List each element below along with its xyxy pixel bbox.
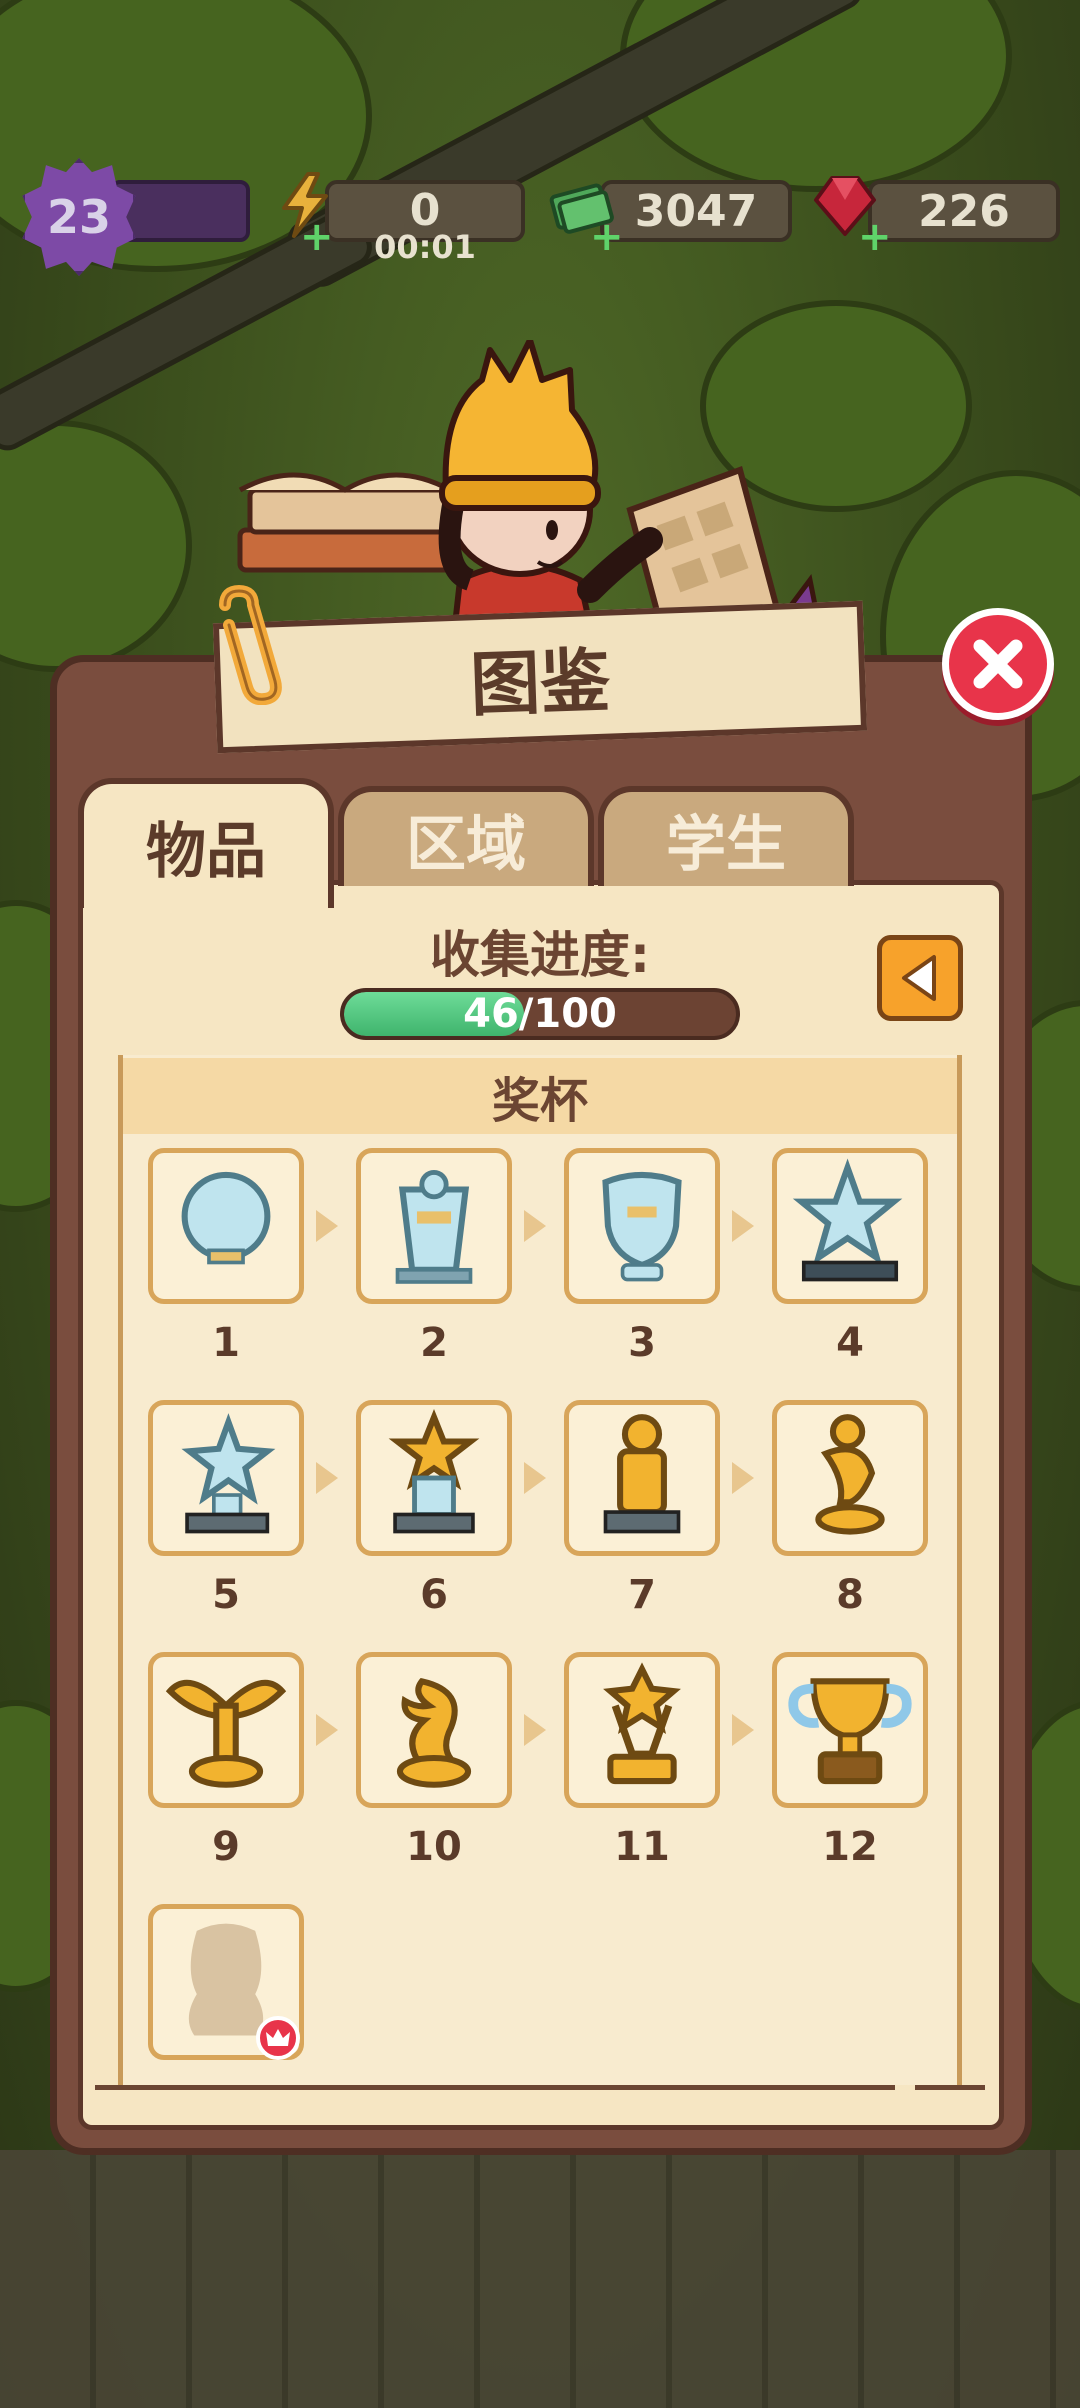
category-header: 奖杯 xyxy=(123,1058,957,1134)
progression-arrow-icon xyxy=(524,1210,546,1242)
gold-flame-trophy-icon xyxy=(396,1677,472,1788)
trophy-slot[interactable] xyxy=(356,1400,512,1556)
trophy-number: 1 xyxy=(212,1320,240,1366)
tab-items[interactable]: 物品 xyxy=(78,778,334,908)
close-button[interactable] xyxy=(942,608,1054,720)
close-icon xyxy=(973,639,1023,689)
trophy-number: 10 xyxy=(406,1824,462,1870)
list-bottom-divider xyxy=(95,2085,895,2090)
trophy-slot[interactable] xyxy=(564,1400,720,1556)
gold-pillar-trophy-icon xyxy=(603,1414,681,1534)
trophy-slot[interactable] xyxy=(772,1148,928,1304)
glass-shield-trophy-icon xyxy=(602,1171,682,1282)
trophy-slot[interactable] xyxy=(564,1148,720,1304)
gold-cup-trophy-icon xyxy=(788,1678,912,1785)
add-gems-icon[interactable]: + xyxy=(858,217,892,257)
trophy-slot[interactable] xyxy=(356,1148,512,1304)
back-button[interactable] xyxy=(877,935,963,1021)
dialog-title-banner: 图鉴 xyxy=(212,600,868,754)
tab-students-label: 学生 xyxy=(666,809,786,880)
collection-progress-bar: 46/100 xyxy=(340,988,740,1040)
gold-star-trophy-icon xyxy=(388,1408,480,1534)
add-energy-icon[interactable]: + xyxy=(300,217,334,257)
progression-arrow-icon xyxy=(524,1462,546,1494)
trophy-number: 4 xyxy=(836,1320,864,1366)
progression-arrow-icon xyxy=(316,1714,338,1746)
glass-round-trophy-icon xyxy=(181,1171,271,1265)
gold-star-cup-trophy-icon xyxy=(603,1662,681,1785)
trophy-slot[interactable] xyxy=(356,1652,512,1808)
tab-students[interactable]: 学生 xyxy=(598,786,854,886)
level-value: 23 xyxy=(46,190,111,244)
paperclip-icon xyxy=(219,585,282,705)
gold-winged-trophy-icon xyxy=(165,1679,287,1788)
trophy-slot[interactable] xyxy=(148,1652,304,1808)
gem-value: 226 xyxy=(918,185,1010,237)
trophy-number: 12 xyxy=(822,1824,878,1870)
list-bottom-divider-right xyxy=(915,2085,985,2090)
trophy-number: 11 xyxy=(614,1824,670,1870)
dialog-title: 图鉴 xyxy=(468,639,612,726)
trophy-number: 2 xyxy=(420,1320,448,1366)
cash-counter[interactable]: 3047 xyxy=(600,180,792,242)
tab-items-label: 物品 xyxy=(146,816,266,887)
glass-star-trophy-icon xyxy=(792,1158,903,1282)
trophy-number: 9 xyxy=(212,1824,240,1870)
trophy-slot[interactable] xyxy=(772,1652,928,1808)
trophy-slot[interactable] xyxy=(772,1400,928,1556)
trophy-number: 3 xyxy=(628,1320,656,1366)
crown-badge-icon xyxy=(256,2016,300,2060)
add-cash-icon[interactable]: + xyxy=(590,217,624,257)
progression-arrow-icon xyxy=(732,1462,754,1494)
progression-arrow-icon xyxy=(732,1714,754,1746)
chevron-left-icon xyxy=(902,955,936,1001)
progression-arrow-icon xyxy=(316,1210,338,1242)
trophy-number: 8 xyxy=(836,1572,864,1618)
tab-areas[interactable]: 区域 xyxy=(338,786,594,886)
progression-arrow-icon xyxy=(732,1210,754,1242)
trophy-slot[interactable] xyxy=(148,1148,304,1304)
progression-arrow-icon xyxy=(316,1462,338,1494)
crystal-star-trophy-icon xyxy=(181,1413,276,1534)
gold-figure-trophy-icon xyxy=(815,1414,885,1535)
collection-progress-text: 46/100 xyxy=(463,991,617,1037)
trophy-slot[interactable] xyxy=(148,1400,304,1556)
category-title: 奖杯 xyxy=(491,1073,588,1129)
energy-timer: 00:01 xyxy=(374,228,476,266)
cash-value: 3047 xyxy=(634,185,758,237)
progression-arrow-icon xyxy=(524,1714,546,1746)
trophy-slot[interactable] xyxy=(564,1652,720,1808)
glass-plaque-trophy-icon xyxy=(395,1170,473,1284)
tab-areas-label: 区域 xyxy=(406,809,526,880)
energy-value: 0 xyxy=(409,185,441,236)
trophy-number: 7 xyxy=(628,1572,656,1618)
gem-counter[interactable]: 226 xyxy=(868,180,1060,242)
trophy-number: 5 xyxy=(212,1572,240,1618)
trophy-number: 6 xyxy=(420,1572,448,1618)
